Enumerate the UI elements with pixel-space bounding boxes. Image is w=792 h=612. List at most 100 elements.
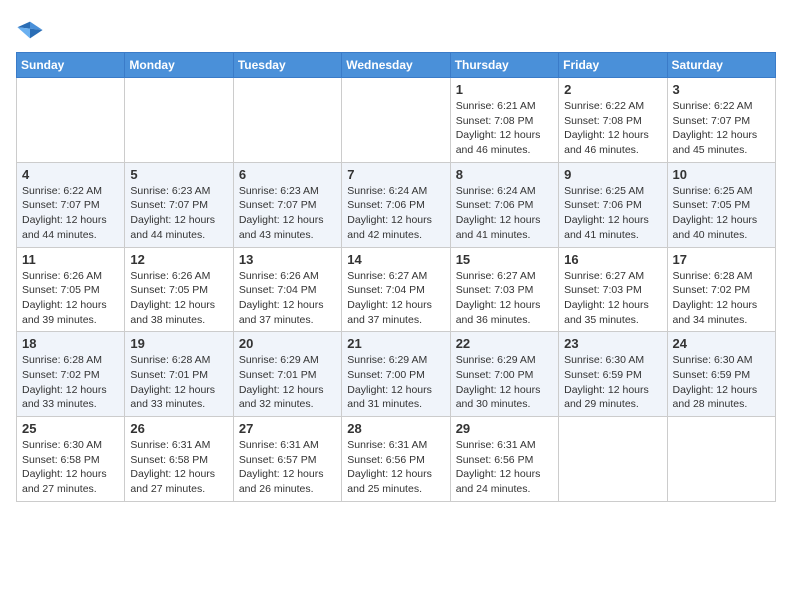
calendar-cell: 22 Sunrise: 6:29 AM Sunset: 7:00 PM Dayli… [450, 332, 558, 417]
day-number: 1 [456, 82, 553, 97]
day-number: 7 [347, 167, 444, 182]
day-info: Sunrise: 6:28 AM Sunset: 7:01 PM Dayligh… [130, 353, 227, 412]
day-number: 14 [347, 252, 444, 267]
day-number: 4 [22, 167, 119, 182]
day-info: Sunrise: 6:30 AM Sunset: 6:59 PM Dayligh… [673, 353, 770, 412]
calendar-header-wednesday: Wednesday [342, 53, 450, 78]
day-info: Sunrise: 6:25 AM Sunset: 7:05 PM Dayligh… [673, 184, 770, 243]
day-info: Sunrise: 6:31 AM Sunset: 6:56 PM Dayligh… [456, 438, 553, 497]
day-number: 15 [456, 252, 553, 267]
day-number: 16 [564, 252, 661, 267]
day-number: 12 [130, 252, 227, 267]
calendar-week-2: 4 Sunrise: 6:22 AM Sunset: 7:07 PM Daylig… [17, 162, 776, 247]
calendar-header-saturday: Saturday [667, 53, 775, 78]
day-info: Sunrise: 6:29 AM Sunset: 7:00 PM Dayligh… [347, 353, 444, 412]
calendar-cell: 20 Sunrise: 6:29 AM Sunset: 7:01 PM Dayli… [233, 332, 341, 417]
calendar-cell: 7 Sunrise: 6:24 AM Sunset: 7:06 PM Daylig… [342, 162, 450, 247]
calendar-table: SundayMondayTuesdayWednesdayThursdayFrid… [16, 52, 776, 502]
day-info: Sunrise: 6:30 AM Sunset: 6:58 PM Dayligh… [22, 438, 119, 497]
page-header [16, 16, 776, 44]
day-info: Sunrise: 6:30 AM Sunset: 6:59 PM Dayligh… [564, 353, 661, 412]
day-info: Sunrise: 6:29 AM Sunset: 7:00 PM Dayligh… [456, 353, 553, 412]
day-info: Sunrise: 6:26 AM Sunset: 7:04 PM Dayligh… [239, 269, 336, 328]
day-number: 8 [456, 167, 553, 182]
day-info: Sunrise: 6:24 AM Sunset: 7:06 PM Dayligh… [456, 184, 553, 243]
calendar-cell: 8 Sunrise: 6:24 AM Sunset: 7:06 PM Daylig… [450, 162, 558, 247]
calendar-cell [667, 417, 775, 502]
calendar-week-1: 1 Sunrise: 6:21 AM Sunset: 7:08 PM Daylig… [17, 78, 776, 163]
calendar-cell [233, 78, 341, 163]
day-info: Sunrise: 6:28 AM Sunset: 7:02 PM Dayligh… [673, 269, 770, 328]
day-number: 26 [130, 421, 227, 436]
calendar-week-3: 11 Sunrise: 6:26 AM Sunset: 7:05 PM Dayli… [17, 247, 776, 332]
day-info: Sunrise: 6:27 AM Sunset: 7:03 PM Dayligh… [456, 269, 553, 328]
calendar-cell: 3Sunrise: 6:22 AM Sunset: 7:07 PM Daylig… [667, 78, 775, 163]
calendar-cell: 10 Sunrise: 6:25 AM Sunset: 7:05 PM Dayli… [667, 162, 775, 247]
calendar-header-sunday: Sunday [17, 53, 125, 78]
day-info: Sunrise: 6:28 AM Sunset: 7:02 PM Dayligh… [22, 353, 119, 412]
day-number: 20 [239, 336, 336, 351]
calendar-week-5: 25Sunrise: 6:30 AM Sunset: 6:58 PM Dayli… [17, 417, 776, 502]
day-info: Sunrise: 6:27 AM Sunset: 7:04 PM Dayligh… [347, 269, 444, 328]
day-info: Sunrise: 6:23 AM Sunset: 7:07 PM Dayligh… [130, 184, 227, 243]
calendar-cell: 9 Sunrise: 6:25 AM Sunset: 7:06 PM Daylig… [559, 162, 667, 247]
calendar-cell: 14 Sunrise: 6:27 AM Sunset: 7:04 PM Dayli… [342, 247, 450, 332]
calendar-cell: 4 Sunrise: 6:22 AM Sunset: 7:07 PM Daylig… [17, 162, 125, 247]
day-info: Sunrise: 6:29 AM Sunset: 7:01 PM Dayligh… [239, 353, 336, 412]
calendar-cell: 2 Sunrise: 6:22 AM Sunset: 7:08 PM Daylig… [559, 78, 667, 163]
calendar-cell [559, 417, 667, 502]
day-number: 18 [22, 336, 119, 351]
day-number: 24 [673, 336, 770, 351]
day-number: 27 [239, 421, 336, 436]
calendar-header-row: SundayMondayTuesdayWednesdayThursdayFrid… [17, 53, 776, 78]
day-info: Sunrise: 6:31 AM Sunset: 6:58 PM Dayligh… [130, 438, 227, 497]
calendar-cell [17, 78, 125, 163]
day-number: 6 [239, 167, 336, 182]
calendar-cell: 18 Sunrise: 6:28 AM Sunset: 7:02 PM Dayli… [17, 332, 125, 417]
day-number: 17 [673, 252, 770, 267]
day-number: 2 [564, 82, 661, 97]
calendar-cell: 5Sunrise: 6:23 AM Sunset: 7:07 PM Daylig… [125, 162, 233, 247]
calendar-cell [125, 78, 233, 163]
calendar-cell: 19 Sunrise: 6:28 AM Sunset: 7:01 PM Dayli… [125, 332, 233, 417]
calendar-cell: 26 Sunrise: 6:31 AM Sunset: 6:58 PM Dayli… [125, 417, 233, 502]
calendar-cell: 11 Sunrise: 6:26 AM Sunset: 7:05 PM Dayli… [17, 247, 125, 332]
day-number: 19 [130, 336, 227, 351]
day-number: 9 [564, 167, 661, 182]
day-info: Sunrise: 6:26 AM Sunset: 7:05 PM Dayligh… [22, 269, 119, 328]
calendar-header-monday: Monday [125, 53, 233, 78]
calendar-cell: 6Sunrise: 6:23 AM Sunset: 7:07 PM Daylig… [233, 162, 341, 247]
calendar-cell [342, 78, 450, 163]
calendar-header-thursday: Thursday [450, 53, 558, 78]
day-number: 3 [673, 82, 770, 97]
calendar-cell: 25Sunrise: 6:30 AM Sunset: 6:58 PM Dayli… [17, 417, 125, 502]
day-number: 10 [673, 167, 770, 182]
day-info: Sunrise: 6:31 AM Sunset: 6:57 PM Dayligh… [239, 438, 336, 497]
calendar-cell: 27 Sunrise: 6:31 AM Sunset: 6:57 PM Dayli… [233, 417, 341, 502]
calendar-cell: 17 Sunrise: 6:28 AM Sunset: 7:02 PM Dayli… [667, 247, 775, 332]
day-info: Sunrise: 6:31 AM Sunset: 6:56 PM Dayligh… [347, 438, 444, 497]
calendar-cell: 12 Sunrise: 6:26 AM Sunset: 7:05 PM Dayli… [125, 247, 233, 332]
day-info: Sunrise: 6:24 AM Sunset: 7:06 PM Dayligh… [347, 184, 444, 243]
day-number: 29 [456, 421, 553, 436]
calendar-header-friday: Friday [559, 53, 667, 78]
calendar-cell: 15 Sunrise: 6:27 AM Sunset: 7:03 PM Dayli… [450, 247, 558, 332]
logo [16, 16, 48, 44]
calendar-cell: 23 Sunrise: 6:30 AM Sunset: 6:59 PM Dayli… [559, 332, 667, 417]
day-number: 22 [456, 336, 553, 351]
day-info: Sunrise: 6:21 AM Sunset: 7:08 PM Dayligh… [456, 99, 553, 158]
day-number: 11 [22, 252, 119, 267]
day-number: 21 [347, 336, 444, 351]
day-info: Sunrise: 6:25 AM Sunset: 7:06 PM Dayligh… [564, 184, 661, 243]
calendar-cell: 13Sunrise: 6:26 AM Sunset: 7:04 PM Dayli… [233, 247, 341, 332]
day-info: Sunrise: 6:22 AM Sunset: 7:07 PM Dayligh… [22, 184, 119, 243]
day-number: 28 [347, 421, 444, 436]
logo-icon [16, 16, 44, 44]
day-info: Sunrise: 6:26 AM Sunset: 7:05 PM Dayligh… [130, 269, 227, 328]
day-info: Sunrise: 6:22 AM Sunset: 7:08 PM Dayligh… [564, 99, 661, 158]
calendar-header-tuesday: Tuesday [233, 53, 341, 78]
day-number: 23 [564, 336, 661, 351]
calendar-cell: 21 Sunrise: 6:29 AM Sunset: 7:00 PM Dayli… [342, 332, 450, 417]
day-info: Sunrise: 6:27 AM Sunset: 7:03 PM Dayligh… [564, 269, 661, 328]
calendar-cell: 24 Sunrise: 6:30 AM Sunset: 6:59 PM Dayli… [667, 332, 775, 417]
